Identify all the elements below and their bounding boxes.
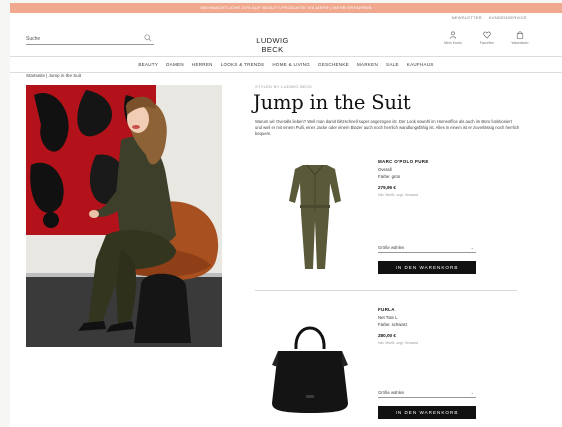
- add-to-cart-button[interactable]: IN DEN WARENKORB: [378, 261, 476, 274]
- user-icon: [449, 31, 457, 39]
- header: Suche LUDWIG BECK Mein Konto Favoriten W…: [10, 23, 562, 57]
- product-brand[interactable]: MARC O'POLO PURE: [378, 159, 429, 164]
- heart-icon: [483, 31, 491, 39]
- search-placeholder: Suche: [26, 36, 41, 42]
- nav-item-looks-trends[interactable]: LOOKS & TRENDS: [221, 62, 265, 67]
- divider: [255, 290, 517, 291]
- cart-label: Warenkorb: [511, 41, 529, 45]
- customer-service-link[interactable]: KUNDENSERVICE: [489, 15, 527, 20]
- product-image-tote[interactable]: [268, 315, 352, 415]
- nav-item-kaufhaus[interactable]: KAUFHAUS: [407, 62, 434, 67]
- product-price: 279,95 €: [378, 185, 396, 190]
- main-nav: BEAUTY DAMEN HERREN LOOKS & TRENDS HOME …: [10, 57, 562, 73]
- product-color: Farbe: schwarz: [378, 322, 408, 327]
- product-brand[interactable]: FURLA: [378, 307, 395, 312]
- chevron-down-icon: ⌄: [470, 245, 474, 250]
- search-icon[interactable]: [144, 34, 152, 42]
- product-price: 280,00 €: [378, 333, 396, 338]
- nav-item-herren[interactable]: HERREN: [192, 62, 213, 67]
- product-vat-note: inkl. MwSt. zzgl. Versand: [378, 193, 418, 197]
- product-vat-note: inkl. MwSt. zzgl. Versand: [378, 341, 418, 345]
- promo-banner[interactable]: WEIHNACHTLICHE 20% AUF BEAUTY-PRODUKTE V…: [10, 3, 562, 13]
- nav-item-damen[interactable]: DAMEN: [166, 62, 184, 67]
- cart-button[interactable]: Warenkorb: [507, 31, 533, 45]
- product-color: Farbe: grün: [378, 174, 401, 179]
- size-select[interactable]: Größe wählen ⌄: [378, 390, 476, 398]
- product-type: Overall: [378, 167, 392, 172]
- size-select-label: Größe wählen: [378, 245, 405, 250]
- nav-item-home-living[interactable]: HOME & LIVING: [272, 62, 310, 67]
- utility-bar: NEWSLETTER KUNDENSERVICE: [10, 13, 562, 23]
- nav-item-sale[interactable]: SALE: [386, 62, 399, 67]
- size-select-label: Größe wählen: [378, 390, 405, 395]
- favorites-label: Favoriten: [479, 41, 495, 45]
- favorites-button[interactable]: Favoriten: [474, 31, 500, 45]
- intro-text: Warum wir Overalls lieben? Weil man dami…: [255, 119, 520, 136]
- size-select[interactable]: Größe wählen ⌄: [378, 245, 476, 253]
- hero-photo: [26, 85, 222, 347]
- breadcrumb[interactable]: Startseite | Jump in the Suit: [26, 73, 81, 78]
- bag-icon: [516, 31, 524, 39]
- newsletter-link[interactable]: NEWSLETTER: [452, 15, 482, 20]
- account-label: Mein Konto: [444, 41, 462, 45]
- nav-item-beauty[interactable]: BEAUTY: [138, 62, 158, 67]
- nav-item-geschenke[interactable]: GESCHENKE: [318, 62, 349, 67]
- product-type: Net Tote L: [378, 315, 398, 320]
- styled-by-label: STYLED BY LUDWIG BECK: [255, 84, 313, 89]
- page-title: Jump in the Suit: [253, 91, 411, 114]
- search-input[interactable]: Suche: [26, 34, 154, 45]
- brand-logo[interactable]: LUDWIG BECK: [245, 36, 300, 54]
- page: WEIHNACHTLICHE 20% AUF BEAUTY-PRODUKTE V…: [10, 3, 562, 427]
- account-button[interactable]: Mein Konto: [440, 31, 466, 45]
- nav-item-marken[interactable]: MARKEN: [357, 62, 378, 67]
- add-to-cart-button[interactable]: IN DEN WARENKORB: [378, 406, 476, 419]
- product-image-overall[interactable]: [285, 161, 345, 273]
- chevron-down-icon: ⌄: [470, 390, 474, 395]
